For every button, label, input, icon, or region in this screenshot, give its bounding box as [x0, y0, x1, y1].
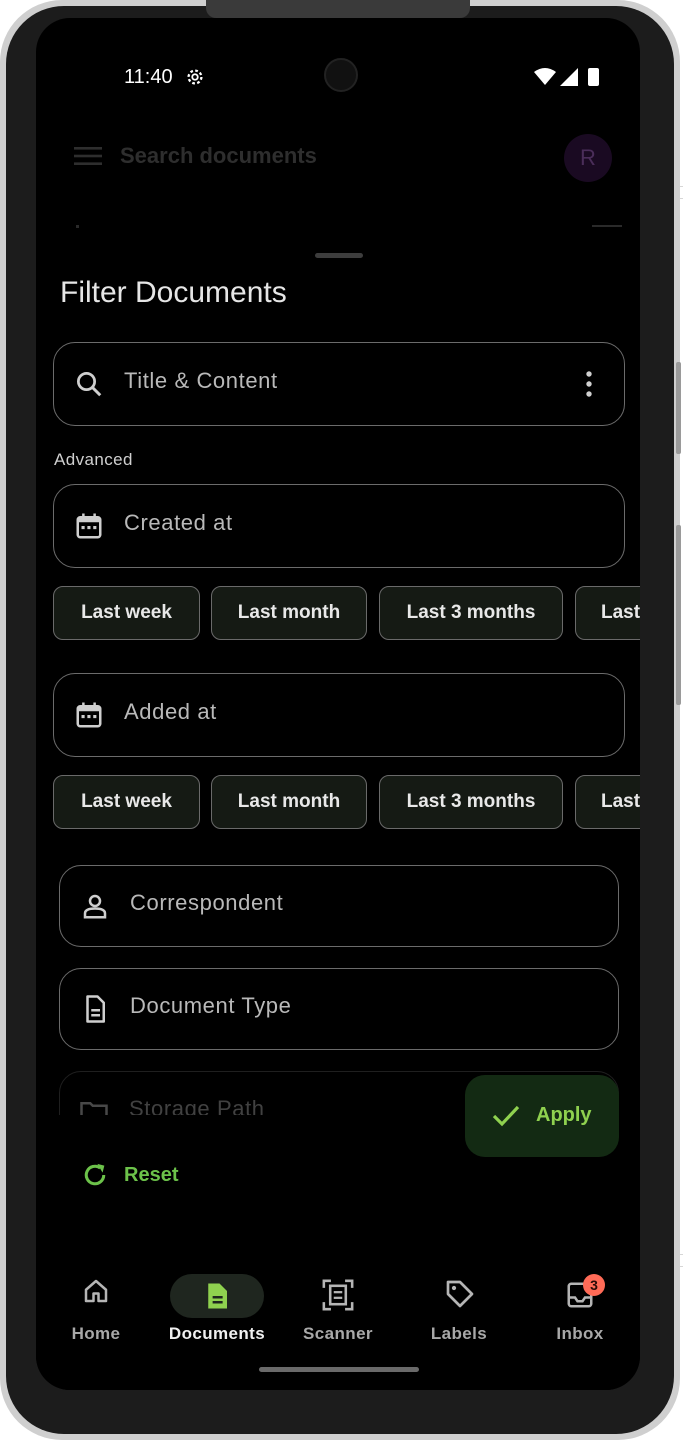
added-chip-last-more[interactable]: Last — [575, 775, 640, 829]
signal-icon — [560, 68, 578, 86]
document-type-label: Document Type — [130, 993, 292, 1018]
search-documents-field[interactable]: Search documents — [120, 143, 317, 169]
reset-label: Reset — [124, 1164, 179, 1186]
front-camera — [324, 58, 358, 92]
phone-screen: 11:40 Search documents R Filter Document… — [36, 18, 640, 1390]
nav-label-labels: Labels — [430, 1324, 488, 1343]
top-notch — [206, 0, 470, 18]
menu-icon[interactable] — [74, 146, 104, 166]
battery-icon — [588, 68, 599, 86]
scanner-icon — [322, 1279, 354, 1311]
wifi-icon — [534, 68, 556, 85]
volume-button — [676, 362, 681, 454]
home-gesture-bar[interactable] — [259, 1367, 419, 1372]
search-icon — [77, 372, 102, 397]
nav-label-home: Home — [71, 1324, 121, 1343]
sheet-title: Filter Documents — [60, 276, 287, 309]
title-content-field[interactable]: Title & Content — [53, 342, 625, 426]
nav-item-labels[interactable]: Labels — [404, 1254, 514, 1344]
nav-item-inbox[interactable]: 3 Inbox — [525, 1254, 635, 1344]
apply-label: Apply — [536, 1104, 592, 1126]
added-chip-last-month[interactable]: Last month — [211, 775, 367, 829]
created-chip-last-week[interactable]: Last week — [53, 586, 200, 640]
divider-line — [592, 225, 622, 227]
added-chip-last-3-months[interactable]: Last 3 months — [379, 775, 563, 829]
label-icon — [446, 1280, 474, 1308]
power-button — [676, 525, 681, 705]
correspondent-field[interactable]: Correspondent — [59, 865, 619, 947]
created-chip-last-3-months[interactable]: Last 3 months — [379, 586, 563, 640]
storage-path-label: Storage Path — [129, 1096, 265, 1115]
home-icon — [84, 1279, 108, 1303]
nav-item-home[interactable]: Home — [41, 1254, 151, 1344]
more-options-icon[interactable] — [582, 370, 596, 398]
document-icon — [86, 995, 105, 1023]
refresh-icon — [84, 1163, 106, 1186]
inbox-badge: 3 — [583, 1274, 605, 1296]
document-type-field[interactable]: Document Type — [59, 968, 619, 1050]
status-time: 11:40 — [124, 66, 173, 88]
created-at-field[interactable]: Created at — [53, 484, 625, 568]
nav-label-scanner: Scanner — [303, 1324, 373, 1343]
nav-item-documents[interactable]: Documents — [162, 1254, 272, 1344]
added-chip-last-week[interactable]: Last week — [53, 775, 200, 829]
advanced-label: Advanced — [54, 450, 133, 469]
document-icon — [208, 1283, 227, 1309]
check-icon — [492, 1105, 520, 1127]
nav-label-documents: Documents — [168, 1324, 266, 1343]
calendar-icon — [76, 513, 102, 539]
nav-item-scanner[interactable]: Scanner — [283, 1254, 393, 1344]
reset-button[interactable]: Reset — [76, 1158, 186, 1192]
apply-button[interactable]: Apply — [465, 1075, 619, 1157]
added-at-field[interactable]: Added at — [53, 673, 625, 757]
person-icon — [83, 894, 107, 919]
added-at-label: Added at — [124, 699, 217, 724]
sheet-drag-handle[interactable] — [315, 253, 363, 258]
created-chip-last-month[interactable]: Last month — [211, 586, 367, 640]
calendar-icon — [76, 702, 102, 728]
avatar[interactable]: R — [564, 134, 612, 182]
settings-gear-icon — [187, 69, 203, 85]
created-chip-last-more[interactable]: Last — [575, 586, 640, 640]
title-content-placeholder: Title & Content — [124, 368, 278, 393]
created-at-label: Created at — [124, 510, 233, 535]
divider-dot — [76, 225, 79, 228]
folder-icon — [80, 1102, 108, 1115]
correspondent-label: Correspondent — [130, 890, 284, 915]
nav-label-inbox: Inbox — [556, 1324, 604, 1343]
